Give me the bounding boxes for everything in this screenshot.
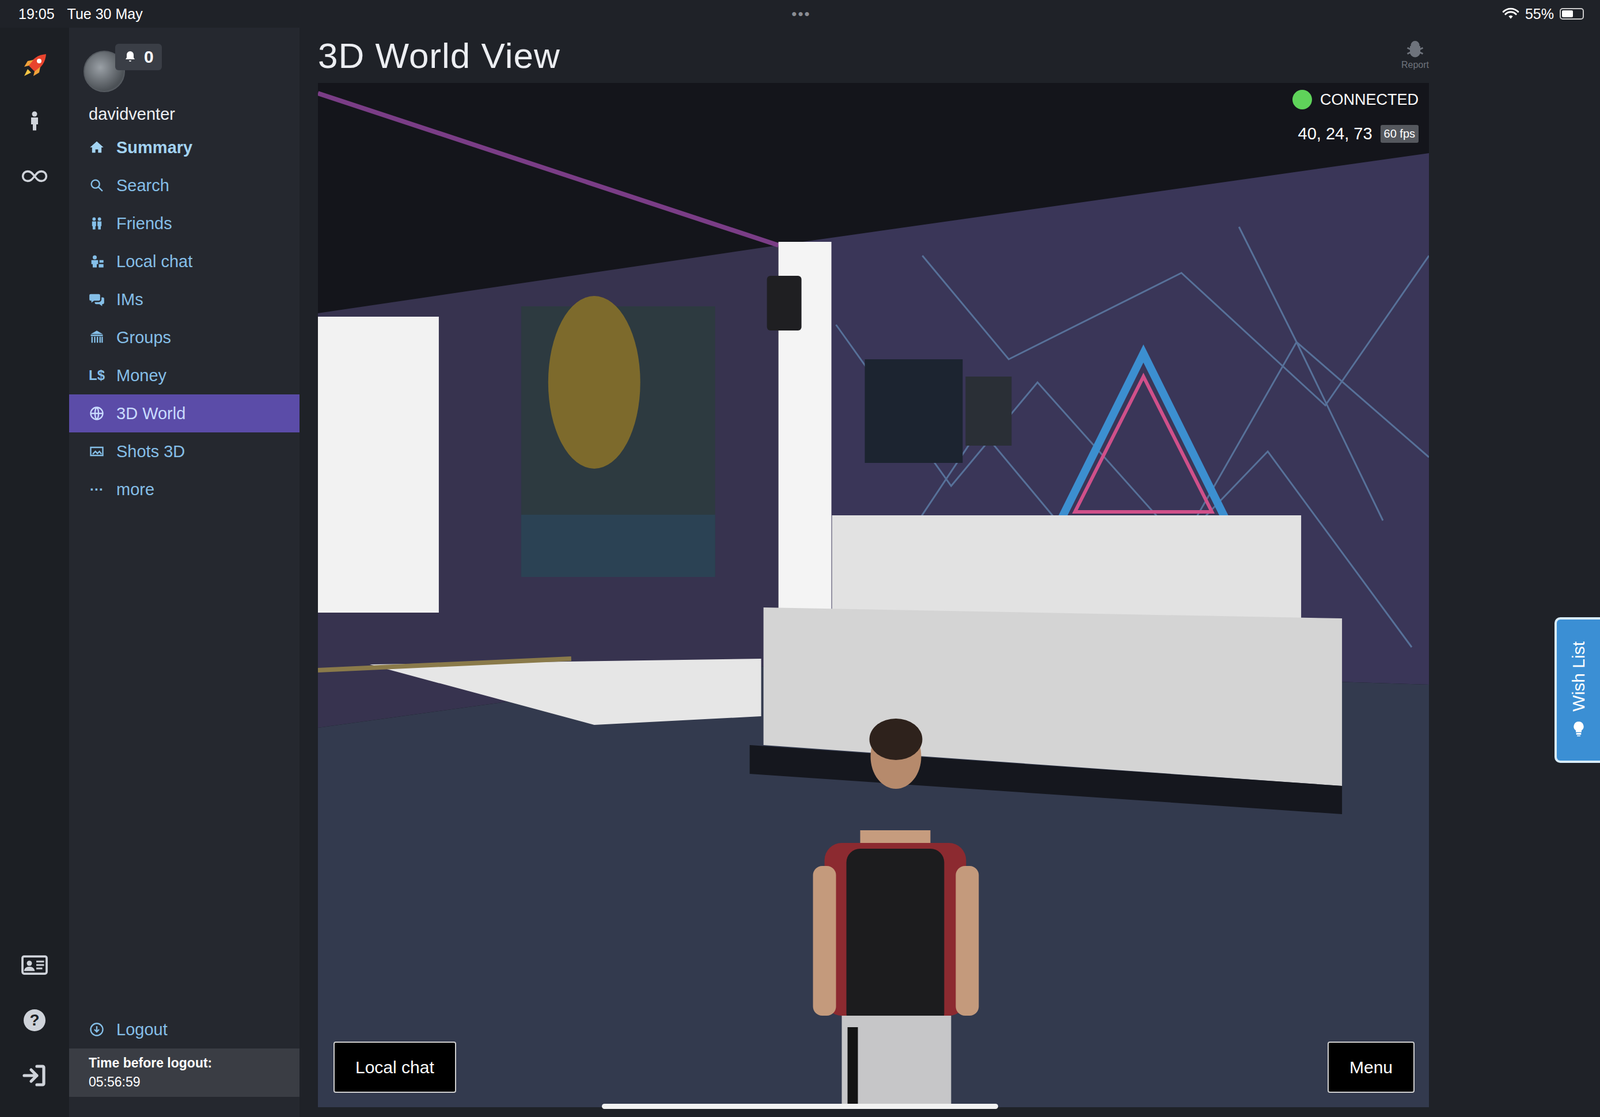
sidebar-item[interactable]: Shots 3D [69, 432, 300, 471]
connection-hud: CONNECTED 40, 24, 73 60 fps [1292, 89, 1419, 144]
ipad-screen: 19:05Tue 30 May•••55%?0davidventerSummar… [0, 0, 1600, 1117]
menu-icon [88, 405, 105, 422]
viewer-button[interactable]: Local chat [333, 1041, 457, 1094]
date: Tue 30 May [67, 5, 143, 23]
notification-badge[interactable]: 0 [115, 43, 162, 71]
battery-icon [1559, 8, 1584, 20]
username: davidventer [69, 92, 300, 129]
bug-icon [1404, 39, 1426, 60]
status-bar: 19:05 Tue 30 May ••• 55% [0, 0, 1600, 28]
logout-timer: Time before logout:05:56:59 [69, 1048, 300, 1098]
profile: 0 [69, 50, 300, 93]
sidebar-item[interactable]: Summary [69, 128, 300, 167]
menu-icon [88, 215, 105, 232]
menu-icon [88, 139, 105, 156]
fps-badge: 60 fps [1380, 124, 1419, 143]
bell-icon [123, 50, 138, 64]
help-button[interactable]: ? [23, 1009, 46, 1032]
sidebar-item[interactable]: 3D World [69, 394, 300, 433]
clock: 19:05 [18, 5, 55, 23]
sidebar-item[interactable]: Friends [69, 204, 300, 243]
app-rail: ? [0, 27, 70, 1117]
id-card-icon[interactable] [20, 949, 49, 982]
sidebar-item[interactable]: Groups [69, 318, 300, 357]
viewer-button[interactable]: Menu [1327, 1041, 1415, 1094]
home-indicator[interactable] [601, 1104, 999, 1110]
menu-icon [88, 329, 105, 346]
sidebar-item[interactable]: Search [69, 166, 300, 205]
lightbulb-icon [1568, 719, 1589, 739]
connection-status: CONNECTED [1292, 89, 1419, 110]
person-icon[interactable] [24, 104, 45, 138]
menu-icon [88, 253, 105, 270]
glyph-icon: ··· [88, 481, 105, 498]
rocket-icon[interactable] [20, 49, 49, 82]
coordinates: 40, 24, 73 [1298, 124, 1373, 144]
viewer-buttons: Local chat Menu [333, 1041, 1415, 1094]
sidebar-item[interactable]: L$Money [69, 356, 300, 395]
infinity-icon[interactable] [20, 160, 49, 193]
status-dot [1292, 89, 1313, 110]
menu-icon [88, 177, 105, 194]
wifi-icon [1502, 7, 1520, 21]
sidebar-item[interactable]: IMs [69, 280, 300, 319]
sidebar-menu: SummarySearchFriendsLocal chatIMsGroupsL… [69, 128, 300, 509]
logout-button[interactable]: Logout [69, 1010, 300, 1049]
menu-icon [88, 291, 105, 308]
main-content: 3D World View Report CONNECTED 40, 24, 73 60… [299, 27, 1600, 1117]
report-button[interactable]: Report [1401, 27, 1429, 71]
logout-icon[interactable] [20, 1059, 49, 1093]
wish-list-tab[interactable]: Wish List [1554, 617, 1600, 764]
page-title: 3D World View [317, 35, 561, 77]
logout-icon [88, 1021, 105, 1038]
world-render [317, 82, 1429, 1108]
sidebar: 0davidventerSummarySearchFriendsLocal ch… [69, 27, 300, 1117]
battery-percent: 55% [1525, 5, 1554, 23]
multitask-handle[interactable]: ••• [791, 5, 811, 24]
glyph-icon: L$ [88, 367, 105, 384]
3d-viewport[interactable]: CONNECTED 40, 24, 73 60 fps Local chat Menu [317, 82, 1429, 1108]
sidebar-item[interactable]: ···more [69, 470, 300, 509]
menu-icon [88, 443, 105, 460]
sidebar-item[interactable]: Local chat [69, 242, 300, 281]
